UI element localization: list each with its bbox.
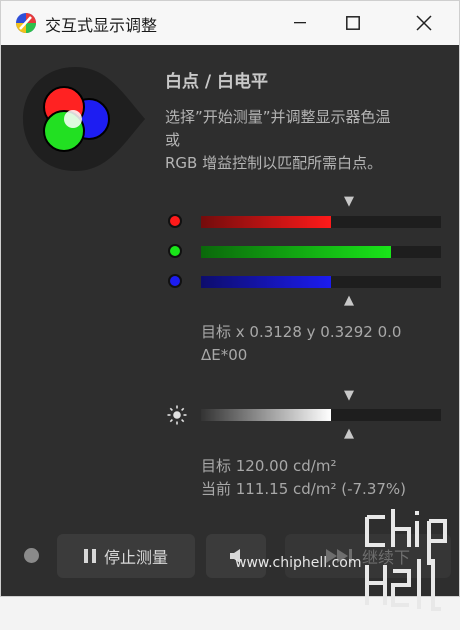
title-bar: 交互式显示调整 [1, 1, 459, 45]
watermark-url: www.chiphell.com [235, 555, 362, 571]
green-channel-dot [168, 244, 182, 258]
maximize-button[interactable] [330, 1, 376, 45]
blue-channel-dot [168, 274, 182, 288]
panel-heading: 白点 / 白电平 [165, 72, 269, 92]
status-indicator [24, 548, 39, 563]
close-icon [416, 15, 432, 31]
stop-measurement-button[interactable]: 停止测量 [57, 534, 195, 578]
app-color-icon [16, 13, 36, 33]
blue-channel-fill [201, 276, 331, 288]
adjustment-window: 交互式显示调整 白点 / 白电平 选择”开始测量”并调整显示器色温 或 RGB … [0, 0, 460, 611]
luminance-fill [201, 409, 331, 421]
green-channel-bar [201, 246, 441, 258]
window-title: 交互式显示调整 [45, 16, 158, 35]
content-area: 白点 / 白电平 选择”开始测量”并调整显示器色温 或 RGB 增益控制以匹配所… [1, 45, 459, 611]
rgb-top-marker-icon: ▼ [344, 194, 354, 209]
stop-measurement-label: 停止测量 [103, 548, 168, 567]
minimize-icon [294, 22, 306, 24]
rgb-target-readout: 目标 x 0.3128 y 0.3292 0.0 ΔE*00 [201, 323, 402, 364]
luminance-readout: 目标 120.00 cd/m² 当前 111.15 cd/m² (-7.37%) [201, 457, 407, 498]
minimize-button[interactable] [277, 1, 323, 45]
close-button[interactable] [401, 1, 447, 45]
pause-icon [83, 549, 96, 563]
red-channel-bar [201, 216, 441, 228]
rgb-bottom-marker-icon: ▲ [344, 293, 354, 308]
lum-bottom-marker-icon: ▲ [344, 426, 354, 441]
panel-description: 选择”开始测量”并调整显示器色温 或 RGB 增益控制以匹配所需白点。 [165, 108, 391, 172]
lum-top-marker-icon: ▼ [344, 388, 354, 403]
luminance-bar [201, 409, 441, 421]
chiphell-logo-mark [365, 509, 447, 611]
green-channel-fill [201, 246, 391, 258]
brightness-icon [167, 405, 187, 425]
blue-channel-bar [201, 276, 441, 288]
rgb-circles-icon [23, 67, 145, 171]
red-channel-dot [168, 214, 182, 228]
maximize-icon [346, 16, 360, 30]
red-channel-fill [201, 216, 331, 228]
